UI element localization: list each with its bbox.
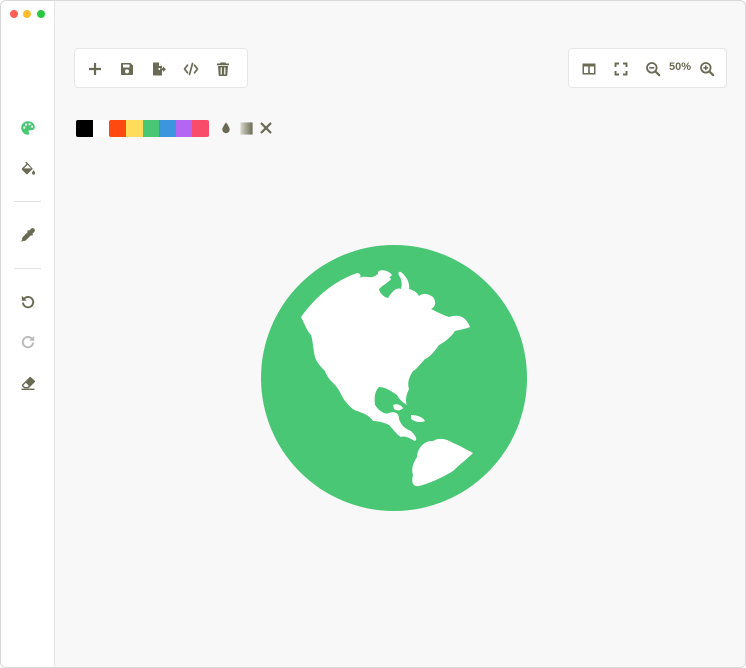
fill-tool-button[interactable] <box>14 154 42 182</box>
app-window: 50% <box>0 0 746 668</box>
window-minimize-button[interactable] <box>23 10 31 18</box>
color-swatch-blue[interactable] <box>159 120 176 137</box>
eraser-tool-button[interactable] <box>14 369 42 397</box>
redo-button[interactable] <box>14 328 42 356</box>
drawing-canvas[interactable] <box>261 245 527 511</box>
split-view-button[interactable] <box>578 58 600 80</box>
fill-bucket-icon <box>21 161 36 175</box>
color-swatch-orange[interactable] <box>109 120 126 137</box>
palette-icon <box>21 121 35 135</box>
view-toolbar: 50% <box>568 48 727 88</box>
file-toolbar <box>74 48 248 88</box>
sidebar-divider <box>14 201 41 202</box>
window-close-button[interactable] <box>10 10 18 18</box>
split-view-icon <box>582 63 596 75</box>
window-maximize-button[interactable] <box>37 10 45 18</box>
zoom-out-button[interactable] <box>642 58 664 80</box>
delete-button[interactable] <box>212 58 234 80</box>
trash-icon <box>217 62 229 76</box>
undo-button[interactable] <box>14 288 42 316</box>
opacity-button[interactable] <box>217 119 235 137</box>
eraser-icon <box>21 376 36 390</box>
clear-icon <box>260 122 272 134</box>
globe-americas-icon <box>261 245 527 511</box>
gradient-icon <box>239 121 253 135</box>
color-swatch-pink[interactable] <box>192 120 209 137</box>
color-swatch-black[interactable] <box>76 120 93 137</box>
undo-icon <box>21 295 35 309</box>
save-icon <box>121 63 133 75</box>
clear-color-button[interactable] <box>257 119 275 137</box>
color-swatch-yellow[interactable] <box>126 120 143 137</box>
export-icon <box>153 62 166 76</box>
eyedropper-icon <box>21 228 35 242</box>
zoom-in-button[interactable] <box>696 58 718 80</box>
code-icon <box>183 62 199 76</box>
fullscreen-button[interactable] <box>610 58 632 80</box>
opacity-icon <box>222 122 230 134</box>
zoom-level: 50% <box>668 61 692 73</box>
fullscreen-icon <box>614 62 628 76</box>
zoom-in-icon <box>700 62 715 77</box>
color-swatch-purple[interactable] <box>176 120 193 137</box>
sidebar <box>1 1 55 667</box>
sidebar-divider <box>14 268 41 269</box>
code-button[interactable] <box>180 58 202 80</box>
color-swatch-white[interactable] <box>93 120 110 137</box>
new-button[interactable] <box>84 58 106 80</box>
redo-icon <box>21 335 35 349</box>
color-swatch-green[interactable] <box>143 120 160 137</box>
eyedropper-tool-button[interactable] <box>14 221 42 249</box>
gradient-button[interactable] <box>237 119 255 137</box>
plus-icon <box>89 63 101 75</box>
save-button[interactable] <box>116 58 138 80</box>
zoom-out-icon <box>646 62 661 77</box>
export-button[interactable] <box>148 58 170 80</box>
palette-tool-button[interactable] <box>14 114 42 142</box>
